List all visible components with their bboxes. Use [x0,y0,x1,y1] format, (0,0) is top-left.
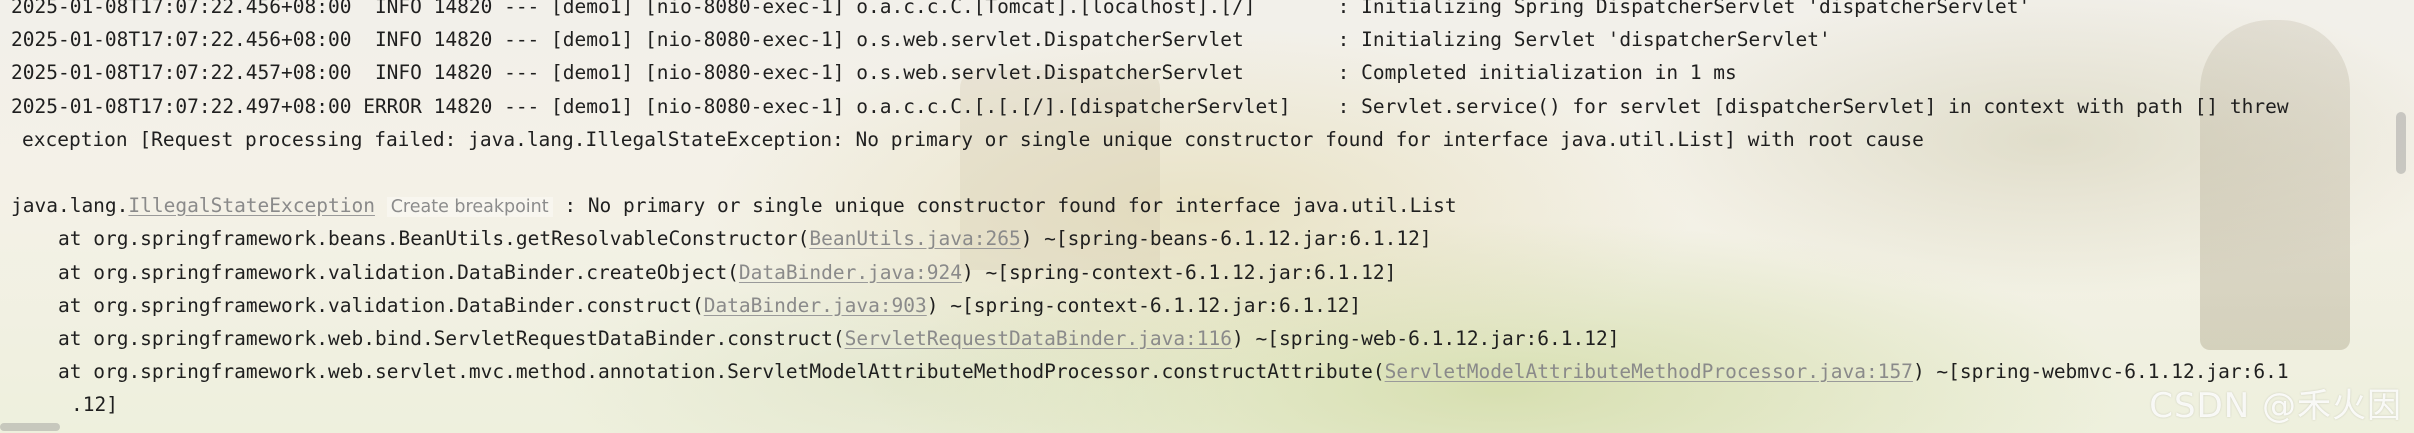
stack-frame: at org.springframework.web.servlet.mvc.m… [0,355,2380,388]
log-line: 2025-01-08T17:07:22.456+08:00 INFO 14820… [11,28,1831,52]
watermark: CSDN @禾火因 [2149,386,2402,426]
log-line: 2025-01-08T17:07:22.456+08:00 INFO 14820… [11,0,2031,18]
horizontal-scrollbar-thumb[interactable] [0,423,60,431]
stack-frame-jar: ) ~[spring-context-6.1.12.jar:6.1.12] [961,260,1397,284]
stack-frame: at org.springframework.web.bind.ServletR… [0,322,2380,355]
vertical-scrollbar[interactable] [2392,0,2414,433]
stack-frame-jar: ) ~[spring-context-6.1.12.jar:6.1.12] [926,293,1362,317]
stack-frame-jar: ) ~[spring-web-6.1.12.jar:6.1.12] [1232,326,1620,350]
stack-frame-jar: ) ~[spring-beans-6.1.12.jar:6.1.12] [1020,227,1432,251]
log-line: 2025-01-08T17:07:22.457+08:00 INFO 14820… [11,61,1737,85]
source-link[interactable]: BeanUtils.java:265 [809,227,1020,250]
exception-class-link[interactable]: IllegalStateException [128,194,375,217]
stack-frame-method: at org.springframework.beans.BeanUtils.g… [58,227,810,251]
log-line-error: 2025-01-08T17:07:22.497+08:00 ERROR 1482… [11,94,2289,118]
exception-package: java.lang. [11,194,129,218]
stack-frame-method: at org.springframework.validation.DataBi… [58,260,739,284]
stack-frame: at org.springframework.validation.DataBi… [0,256,2380,289]
stack-frame: at org.springframework.validation.DataBi… [0,289,2380,322]
run-console-output[interactable]: 2025-01-08T17:07:22.456+08:00 INFO 14820… [0,0,2380,421]
source-link[interactable]: ServletModelAttributeMethodProcessor.jav… [1385,360,1913,383]
source-link[interactable]: DataBinder.java:903 [704,294,927,317]
exception-header: java.lang.IllegalStateException Create b… [0,189,2380,222]
source-link[interactable]: ServletRequestDataBinder.java:116 [845,327,1232,350]
stack-frame: at org.springframework.beans.BeanUtils.g… [0,222,2380,255]
stack-frame-method: at org.springframework.web.bind.ServletR… [58,326,845,350]
stack-frame-method: at org.springframework.web.servlet.mvc.m… [58,360,1385,384]
source-link[interactable]: DataBinder.java:924 [739,261,962,284]
stack-frame-method: at org.springframework.validation.DataBi… [58,293,704,317]
vertical-scrollbar-thumb[interactable] [2396,112,2406,174]
stack-frame-wrap: .12] [71,393,118,417]
log-line-error-continuation: exception [Request processing failed: ja… [22,127,1924,151]
create-breakpoint-hint[interactable]: Create breakpoint [386,197,553,218]
exception-message: : No primary or single unique constructo… [552,194,1457,218]
